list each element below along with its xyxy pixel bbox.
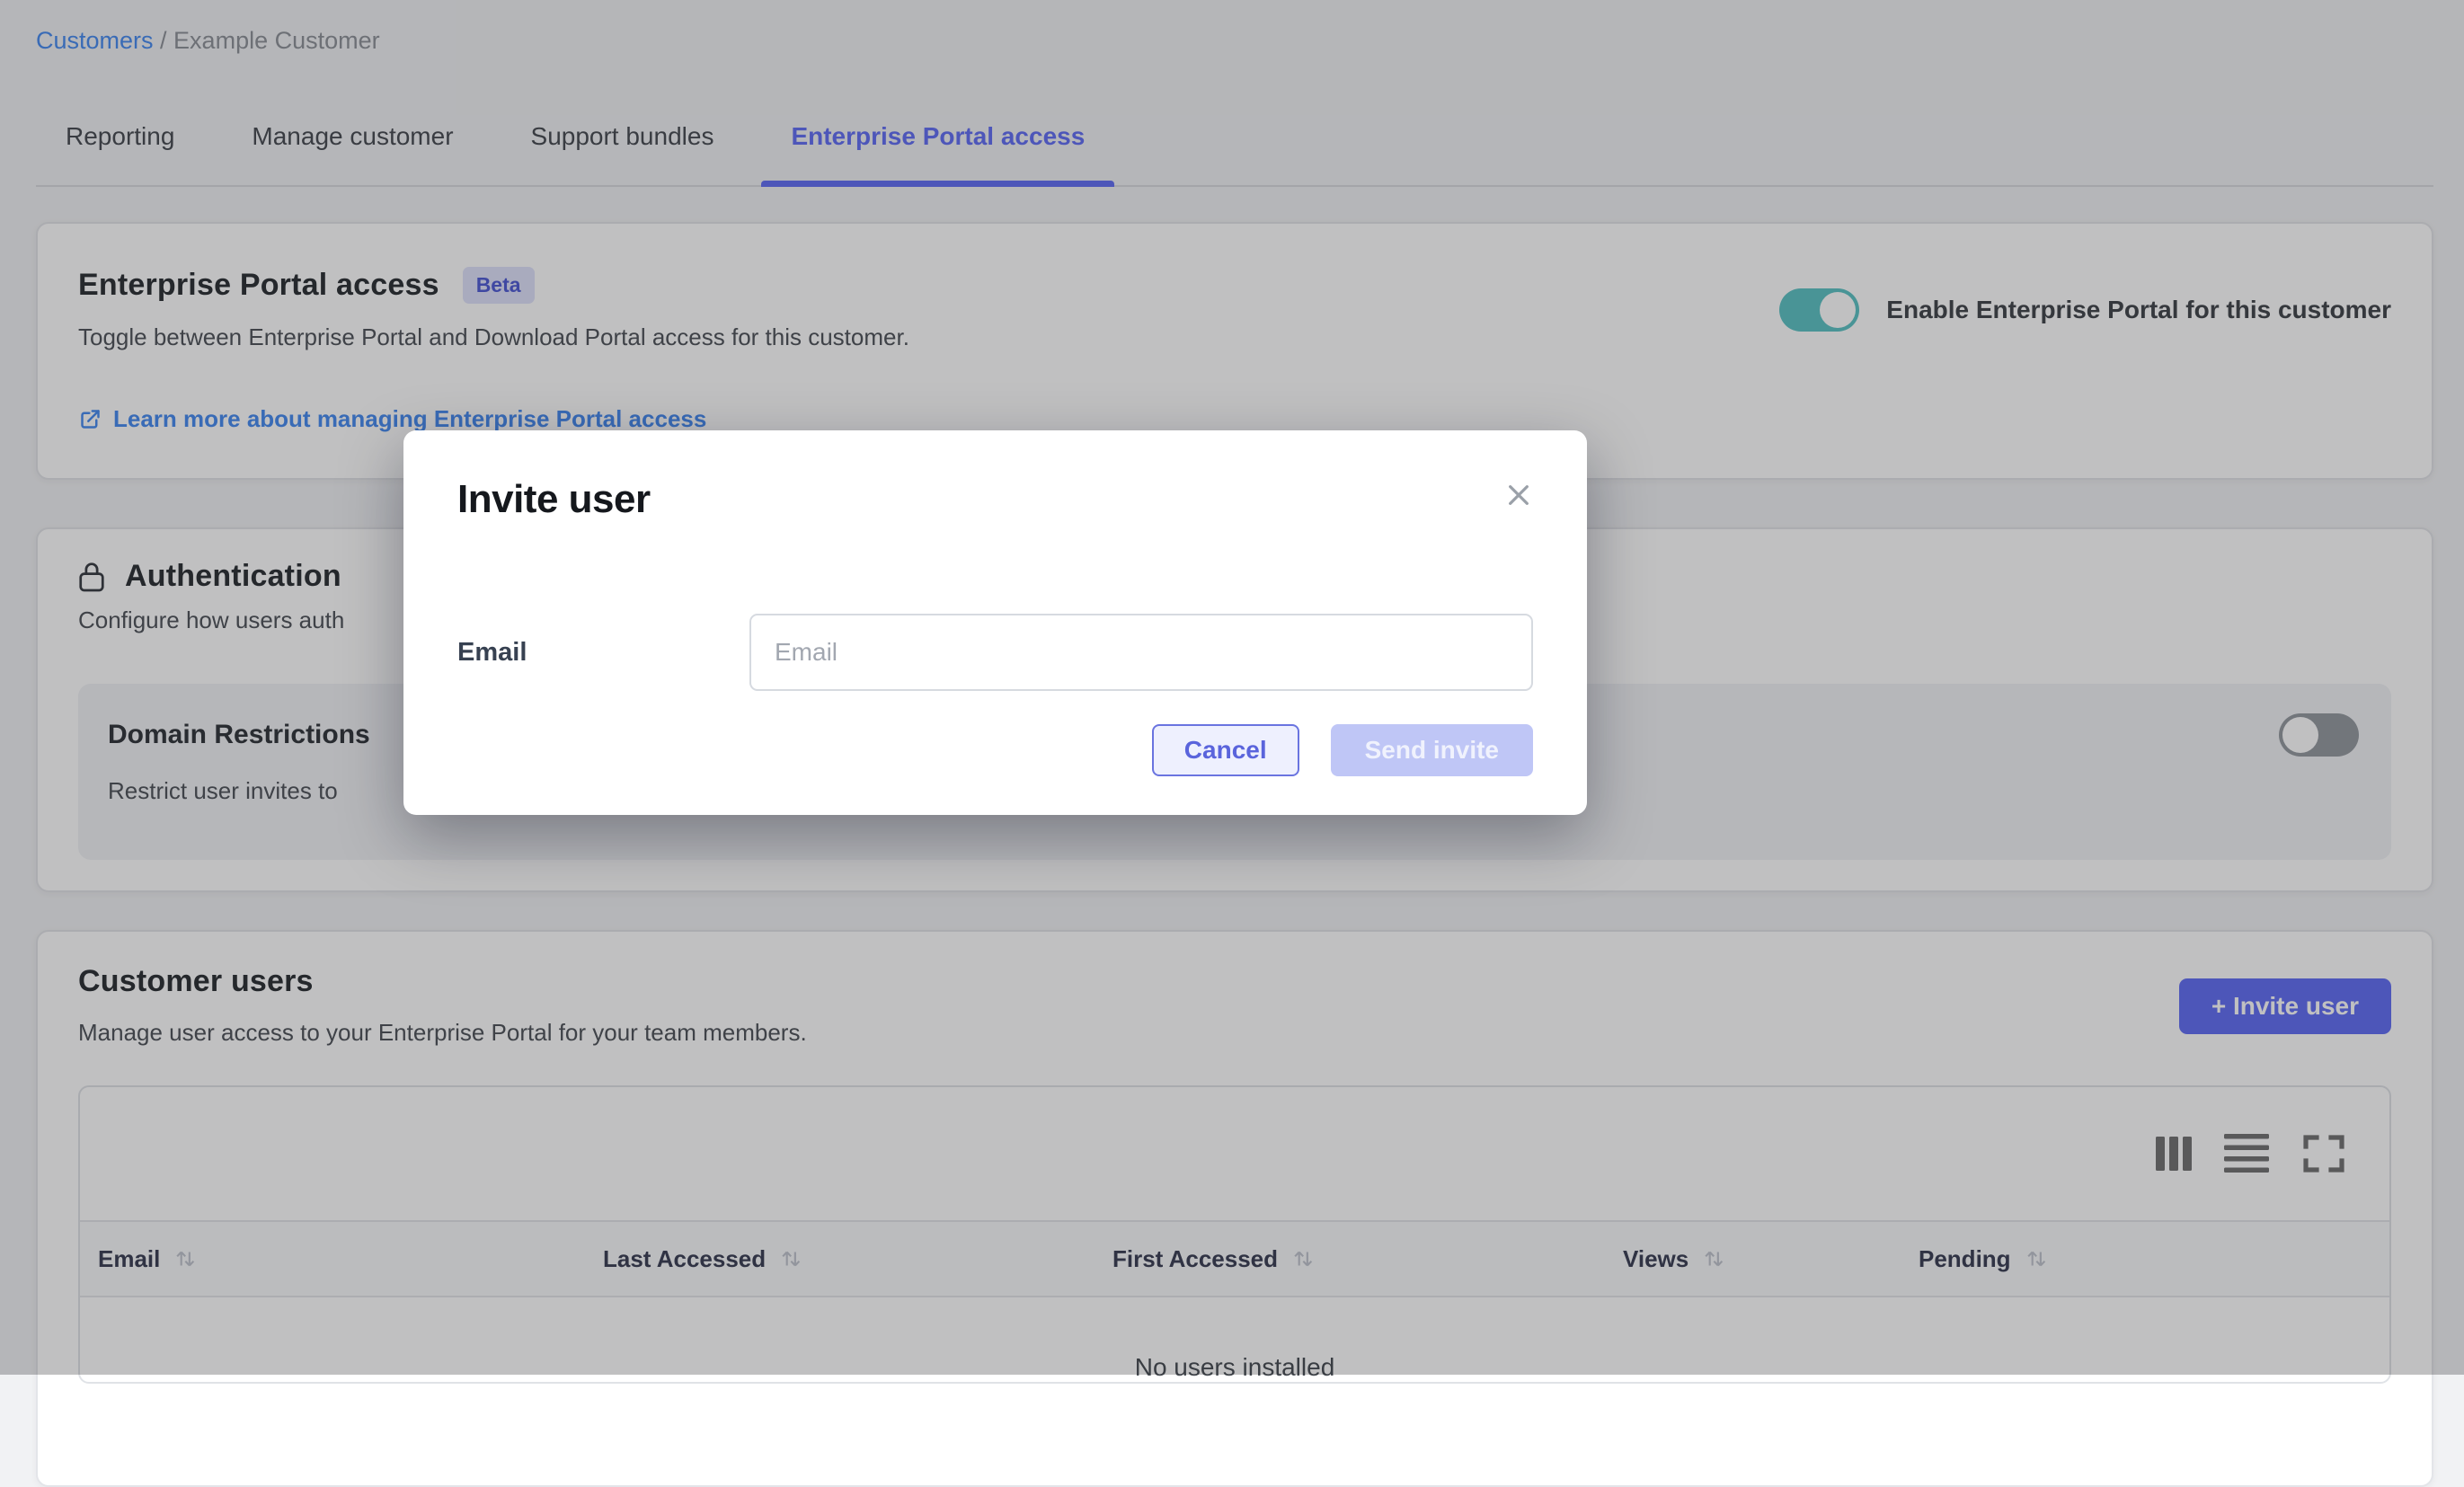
close-icon[interactable] bbox=[1504, 481, 1533, 509]
send-invite-button[interactable]: Send invite bbox=[1331, 724, 1533, 776]
invite-user-modal: Invite user Email Cancel Send invite bbox=[403, 430, 1587, 815]
cancel-button[interactable]: Cancel bbox=[1152, 724, 1299, 776]
modal-title: Invite user bbox=[457, 477, 651, 522]
email-field[interactable] bbox=[749, 614, 1533, 691]
email-field-label: Email bbox=[457, 638, 749, 668]
